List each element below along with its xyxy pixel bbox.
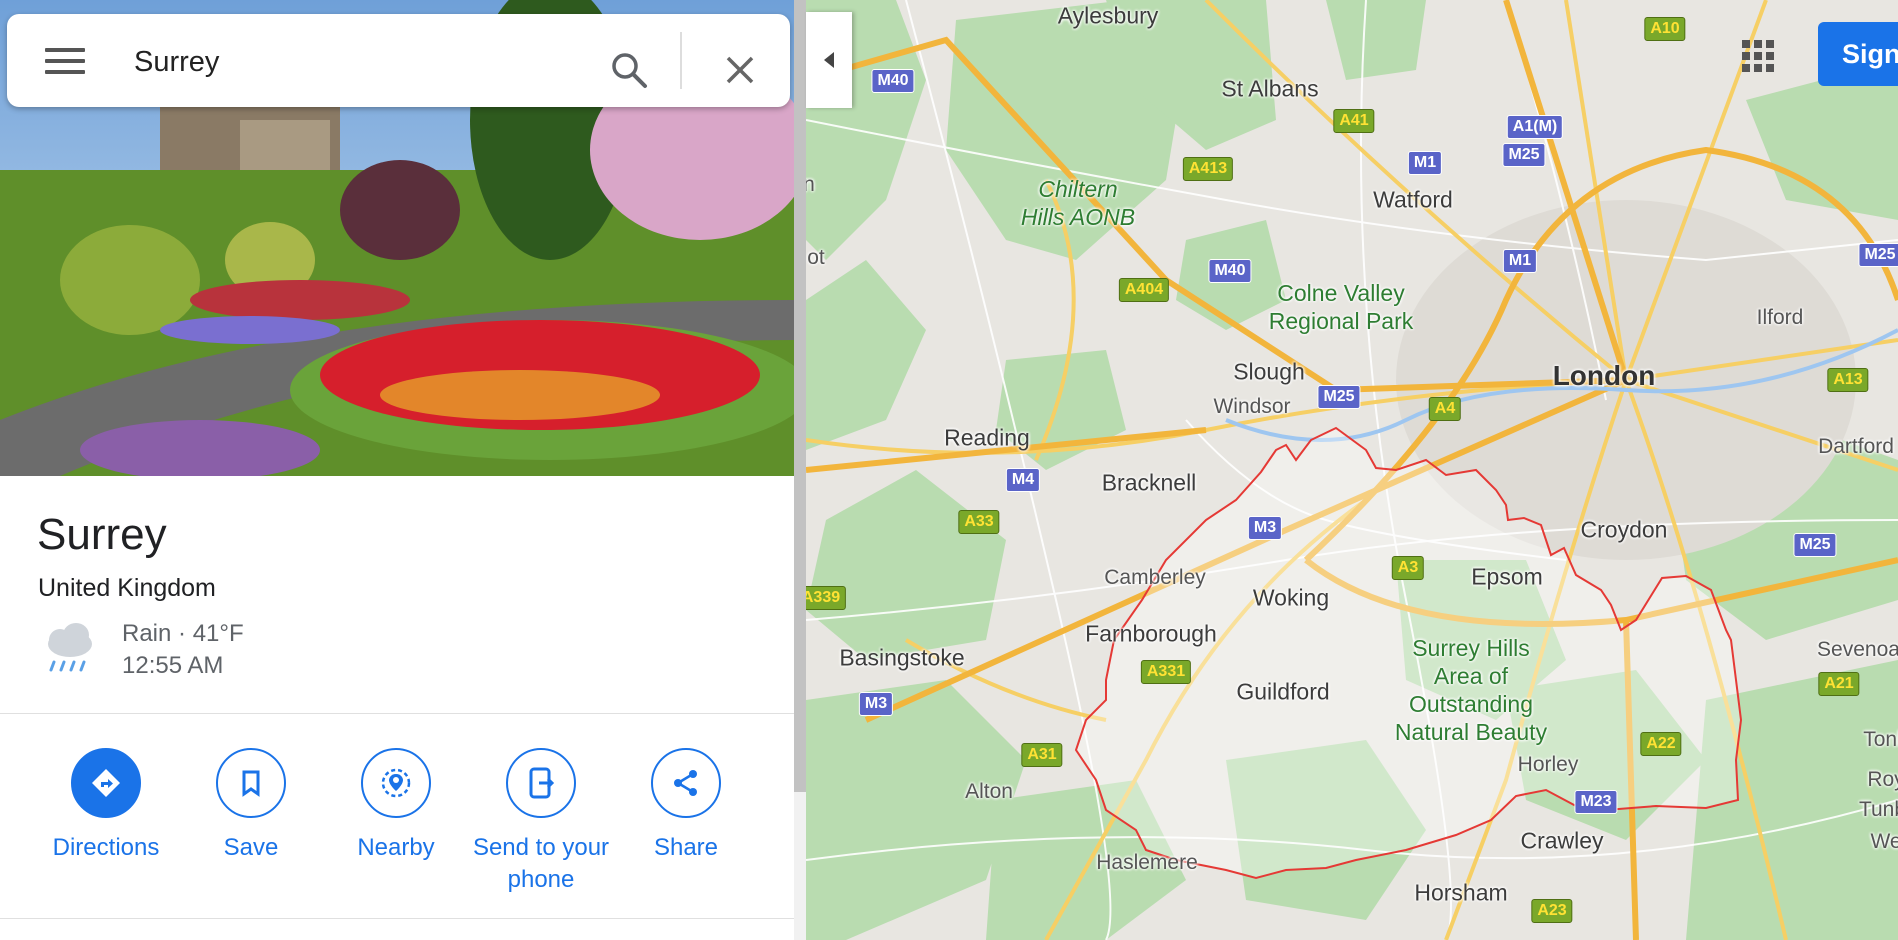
road-shield-m25: M25	[1858, 243, 1898, 267]
close-icon[interactable]	[722, 52, 758, 88]
map-label-we[interactable]: We	[1870, 830, 1898, 854]
nearby-icon	[381, 768, 411, 798]
map-label-reading[interactable]: Reading	[944, 425, 1030, 452]
road-shield-a31: A31	[1021, 743, 1063, 767]
map-label-bracknell[interactable]: Bracknell	[1102, 470, 1197, 497]
share-label: Share	[653, 834, 719, 861]
map-label-aylesbury[interactable]: Aylesbury	[1058, 3, 1159, 30]
map-label-windsor[interactable]: Windsor	[1213, 395, 1290, 419]
map-label-camberley[interactable]: Camberley	[1104, 566, 1206, 590]
road-shield-m40: M40	[871, 69, 915, 93]
road-shield-m25: M25	[1793, 533, 1837, 557]
map-label-ot[interactable]: ot	[807, 246, 825, 270]
road-shield-a22: A22	[1640, 732, 1682, 756]
map-label-horley[interactable]: Horley	[1518, 753, 1579, 777]
map-label-epsom[interactable]: Epsom	[1471, 564, 1543, 591]
map-label-st-albans[interactable]: St Albans	[1221, 76, 1318, 103]
menu-icon[interactable]	[45, 48, 85, 78]
rain-cloud-icon	[48, 623, 92, 672]
map-canvas[interactable]: AylesburySt AlbansHarlowWatfordIlfordLon…	[806, 0, 1898, 940]
divider	[0, 713, 794, 714]
road-shield-a10: A10	[1644, 17, 1686, 41]
directions-label: Directions	[52, 834, 160, 861]
directions-icon	[92, 769, 120, 797]
map-label-guildford[interactable]: Guildford	[1236, 679, 1329, 706]
nearby-button[interactable]: Nearby	[321, 748, 471, 864]
road-shield-a331: A331	[1140, 660, 1192, 684]
share-icon	[674, 770, 697, 796]
road-shield-a23: A23	[1531, 899, 1573, 923]
map-label-dartford[interactable]: Dartford	[1818, 435, 1894, 459]
road-shield-a1-m-: A1(M)	[1506, 115, 1564, 139]
chevron-left-icon	[824, 52, 834, 68]
map-label-tonb[interactable]: Tonb	[1863, 728, 1898, 752]
road-shield-a41: A41	[1333, 109, 1375, 133]
collapse-panel-button[interactable]	[806, 12, 852, 108]
panel-scrollbar[interactable]	[794, 0, 806, 940]
map-label-alton[interactable]: Alton	[965, 780, 1013, 804]
road-shield-a4: A4	[1428, 397, 1462, 421]
road-shield-a339: A339	[806, 586, 847, 610]
road-shield-m23: M23	[1574, 790, 1618, 814]
road-shield-m3: M3	[858, 692, 894, 716]
map-label-crawley[interactable]: Crawley	[1520, 828, 1603, 855]
save-label: Save	[223, 834, 279, 861]
map-park-label[interactable]: Chiltern Hills AONB	[1021, 175, 1135, 231]
road-shield-a13: A13	[1827, 368, 1869, 392]
divider	[0, 918, 794, 919]
search-icon[interactable]	[609, 50, 649, 90]
road-shield-m3: M3	[1247, 516, 1283, 540]
search-input[interactable]	[132, 38, 596, 86]
map-label-watford[interactable]: Watford	[1373, 187, 1453, 214]
send-to-phone-button[interactable]: Send to your phone	[466, 748, 616, 896]
send-to-phone-label: Send to your phone	[472, 834, 610, 893]
map-label-london[interactable]: London	[1553, 360, 1656, 392]
map-label-haslemere[interactable]: Haslemere	[1096, 851, 1198, 875]
map-label-basingstoke[interactable]: Basingstoke	[839, 645, 964, 672]
road-shield-a404: A404	[1118, 278, 1170, 302]
road-shield-m40: M40	[1208, 259, 1252, 283]
road-shield-a33: A33	[958, 510, 1000, 534]
scrollbar-thumb[interactable]	[794, 0, 806, 792]
road-shield-m1: M1	[1502, 249, 1538, 273]
map-label-farnborough[interactable]: Farnborough	[1085, 621, 1217, 648]
map-label-roy[interactable]: Roy	[1867, 768, 1898, 792]
road-shield-a413: A413	[1182, 157, 1234, 181]
share-button[interactable]: Share	[611, 748, 761, 864]
weather-text: Rain · 41°F	[122, 620, 244, 647]
send-to-phone-icon	[529, 767, 555, 799]
sign-in-button[interactable]: Sign	[1818, 22, 1898, 86]
map-label-horsham[interactable]: Horsham	[1414, 880, 1507, 907]
road-shield-m25: M25	[1317, 385, 1361, 409]
map-label-ilford[interactable]: Ilford	[1757, 306, 1804, 330]
apps-grid-icon[interactable]	[1740, 38, 1776, 74]
nearby-label: Nearby	[357, 834, 435, 861]
map-label-sevenoaks[interactable]: Sevenoaks	[1817, 638, 1898, 662]
save-button[interactable]: Save	[176, 748, 326, 864]
road-shield-a21: A21	[1818, 672, 1860, 696]
place-subtitle: United Kingdom	[38, 574, 216, 602]
bookmark-icon	[242, 770, 260, 797]
road-shield-m4: M4	[1005, 468, 1041, 492]
map-label-n[interactable]: n	[806, 173, 815, 197]
map-label-tunbr[interactable]: Tunbr	[1859, 798, 1898, 822]
road-shield-a3: A3	[1391, 556, 1425, 580]
road-shield-m25: M25	[1502, 143, 1546, 167]
place-title: Surrey	[37, 510, 167, 559]
map-park-label[interactable]: Colne Valley Regional Park	[1269, 279, 1413, 335]
search-divider	[680, 32, 682, 89]
search-box	[7, 14, 790, 107]
map-park-label[interactable]: Surrey Hills Area of Outstanding Natural…	[1395, 634, 1547, 746]
map-label-slough[interactable]: Slough	[1233, 359, 1305, 386]
map-label-croydon[interactable]: Croydon	[1581, 517, 1668, 544]
map-label-woking[interactable]: Woking	[1253, 585, 1329, 612]
road-shield-m1: M1	[1407, 151, 1443, 175]
directions-button[interactable]: Directions	[31, 748, 181, 864]
place-panel: Surrey United Kingdom Rain · 41°F 12:55 …	[0, 0, 794, 940]
local-time: 12:55 AM	[122, 652, 224, 679]
